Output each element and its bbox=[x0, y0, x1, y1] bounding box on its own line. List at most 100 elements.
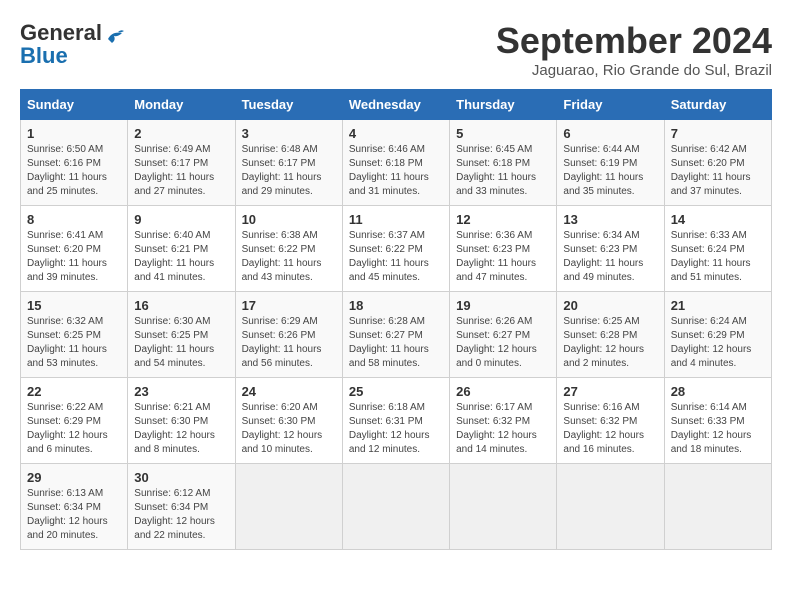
table-cell: 8 Sunrise: 6:41 AM Sunset: 6:20 PM Dayli… bbox=[21, 206, 128, 292]
day-info: Sunrise: 6:16 AM Sunset: 6:32 PM Dayligh… bbox=[563, 401, 657, 457]
col-saturday: Saturday bbox=[664, 90, 771, 120]
day-number: 27 bbox=[563, 384, 657, 399]
day-number: 8 bbox=[27, 212, 121, 227]
table-cell: 19 Sunrise: 6:26 AM Sunset: 6:27 PM Dayl… bbox=[450, 292, 557, 378]
day-info: Sunrise: 6:12 AM Sunset: 6:34 PM Dayligh… bbox=[134, 487, 228, 543]
day-number: 15 bbox=[27, 298, 121, 313]
table-cell: 28 Sunrise: 6:14 AM Sunset: 6:33 PM Dayl… bbox=[664, 378, 771, 464]
day-number: 17 bbox=[242, 298, 336, 313]
table-cell: 24 Sunrise: 6:20 AM Sunset: 6:30 PM Dayl… bbox=[235, 378, 342, 464]
logo-blue-text: Blue bbox=[20, 43, 68, 69]
table-cell: 5 Sunrise: 6:45 AM Sunset: 6:18 PM Dayli… bbox=[450, 120, 557, 206]
day-number: 24 bbox=[242, 384, 336, 399]
day-info: Sunrise: 6:42 AM Sunset: 6:20 PM Dayligh… bbox=[671, 143, 765, 199]
table-cell: 20 Sunrise: 6:25 AM Sunset: 6:28 PM Dayl… bbox=[557, 292, 664, 378]
calendar-row: 1 Sunrise: 6:50 AM Sunset: 6:16 PM Dayli… bbox=[21, 120, 772, 206]
table-cell: 11 Sunrise: 6:37 AM Sunset: 6:22 PM Dayl… bbox=[342, 206, 449, 292]
header-row: Sunday Monday Tuesday Wednesday Thursday… bbox=[21, 90, 772, 120]
col-tuesday: Tuesday bbox=[235, 90, 342, 120]
table-cell: 21 Sunrise: 6:24 AM Sunset: 6:29 PM Dayl… bbox=[664, 292, 771, 378]
month-title: September 2024 bbox=[496, 20, 772, 62]
table-cell: 18 Sunrise: 6:28 AM Sunset: 6:27 PM Dayl… bbox=[342, 292, 449, 378]
col-wednesday: Wednesday bbox=[342, 90, 449, 120]
day-info: Sunrise: 6:25 AM Sunset: 6:28 PM Dayligh… bbox=[563, 315, 657, 371]
day-info: Sunrise: 6:13 AM Sunset: 6:34 PM Dayligh… bbox=[27, 487, 121, 543]
table-cell: 17 Sunrise: 6:29 AM Sunset: 6:26 PM Dayl… bbox=[235, 292, 342, 378]
day-number: 19 bbox=[456, 298, 550, 313]
table-cell: 9 Sunrise: 6:40 AM Sunset: 6:21 PM Dayli… bbox=[128, 206, 235, 292]
col-thursday: Thursday bbox=[450, 90, 557, 120]
day-info: Sunrise: 6:36 AM Sunset: 6:23 PM Dayligh… bbox=[456, 229, 550, 285]
table-cell: 16 Sunrise: 6:30 AM Sunset: 6:25 PM Dayl… bbox=[128, 292, 235, 378]
table-cell: 3 Sunrise: 6:48 AM Sunset: 6:17 PM Dayli… bbox=[235, 120, 342, 206]
table-cell: 1 Sunrise: 6:50 AM Sunset: 6:16 PM Dayli… bbox=[21, 120, 128, 206]
day-number: 29 bbox=[27, 470, 121, 485]
day-number: 16 bbox=[134, 298, 228, 313]
day-info: Sunrise: 6:24 AM Sunset: 6:29 PM Dayligh… bbox=[671, 315, 765, 371]
calendar-row: 22 Sunrise: 6:22 AM Sunset: 6:29 PM Dayl… bbox=[21, 378, 772, 464]
location: Jaguarao, Rio Grande do Sul, Brazil bbox=[496, 62, 772, 79]
table-cell bbox=[557, 464, 664, 550]
table-cell: 29 Sunrise: 6:13 AM Sunset: 6:34 PM Dayl… bbox=[21, 464, 128, 550]
day-number: 23 bbox=[134, 384, 228, 399]
day-number: 28 bbox=[671, 384, 765, 399]
day-info: Sunrise: 6:34 AM Sunset: 6:23 PM Dayligh… bbox=[563, 229, 657, 285]
table-cell: 7 Sunrise: 6:42 AM Sunset: 6:20 PM Dayli… bbox=[664, 120, 771, 206]
table-cell: 23 Sunrise: 6:21 AM Sunset: 6:30 PM Dayl… bbox=[128, 378, 235, 464]
day-number: 4 bbox=[349, 126, 443, 141]
day-number: 13 bbox=[563, 212, 657, 227]
day-info: Sunrise: 6:22 AM Sunset: 6:29 PM Dayligh… bbox=[27, 401, 121, 457]
day-info: Sunrise: 6:28 AM Sunset: 6:27 PM Dayligh… bbox=[349, 315, 443, 371]
day-number: 6 bbox=[563, 126, 657, 141]
table-cell: 4 Sunrise: 6:46 AM Sunset: 6:18 PM Dayli… bbox=[342, 120, 449, 206]
day-number: 2 bbox=[134, 126, 228, 141]
calendar-row: 29 Sunrise: 6:13 AM Sunset: 6:34 PM Dayl… bbox=[21, 464, 772, 550]
day-info: Sunrise: 6:33 AM Sunset: 6:24 PM Dayligh… bbox=[671, 229, 765, 285]
calendar-row: 8 Sunrise: 6:41 AM Sunset: 6:20 PM Dayli… bbox=[21, 206, 772, 292]
day-number: 7 bbox=[671, 126, 765, 141]
table-cell: 25 Sunrise: 6:18 AM Sunset: 6:31 PM Dayl… bbox=[342, 378, 449, 464]
day-number: 14 bbox=[671, 212, 765, 227]
day-info: Sunrise: 6:26 AM Sunset: 6:27 PM Dayligh… bbox=[456, 315, 550, 371]
table-cell: 30 Sunrise: 6:12 AM Sunset: 6:34 PM Dayl… bbox=[128, 464, 235, 550]
day-info: Sunrise: 6:20 AM Sunset: 6:30 PM Dayligh… bbox=[242, 401, 336, 457]
day-info: Sunrise: 6:17 AM Sunset: 6:32 PM Dayligh… bbox=[456, 401, 550, 457]
table-cell bbox=[450, 464, 557, 550]
title-block: September 2024 Jaguarao, Rio Grande do S… bbox=[496, 20, 772, 79]
col-monday: Monday bbox=[128, 90, 235, 120]
table-cell: 27 Sunrise: 6:16 AM Sunset: 6:32 PM Dayl… bbox=[557, 378, 664, 464]
calendar-row: 15 Sunrise: 6:32 AM Sunset: 6:25 PM Dayl… bbox=[21, 292, 772, 378]
day-number: 3 bbox=[242, 126, 336, 141]
calendar-table: Sunday Monday Tuesday Wednesday Thursday… bbox=[20, 89, 772, 550]
col-sunday: Sunday bbox=[21, 90, 128, 120]
day-number: 11 bbox=[349, 212, 443, 227]
day-info: Sunrise: 6:14 AM Sunset: 6:33 PM Dayligh… bbox=[671, 401, 765, 457]
day-info: Sunrise: 6:50 AM Sunset: 6:16 PM Dayligh… bbox=[27, 143, 121, 199]
table-cell bbox=[235, 464, 342, 550]
day-info: Sunrise: 6:29 AM Sunset: 6:26 PM Dayligh… bbox=[242, 315, 336, 371]
table-cell: 6 Sunrise: 6:44 AM Sunset: 6:19 PM Dayli… bbox=[557, 120, 664, 206]
day-number: 30 bbox=[134, 470, 228, 485]
day-number: 5 bbox=[456, 126, 550, 141]
logo: General Blue bbox=[20, 20, 126, 69]
day-number: 20 bbox=[563, 298, 657, 313]
day-info: Sunrise: 6:49 AM Sunset: 6:17 PM Dayligh… bbox=[134, 143, 228, 199]
col-friday: Friday bbox=[557, 90, 664, 120]
day-number: 18 bbox=[349, 298, 443, 313]
table-cell: 14 Sunrise: 6:33 AM Sunset: 6:24 PM Dayl… bbox=[664, 206, 771, 292]
table-cell: 2 Sunrise: 6:49 AM Sunset: 6:17 PM Dayli… bbox=[128, 120, 235, 206]
day-info: Sunrise: 6:46 AM Sunset: 6:18 PM Dayligh… bbox=[349, 143, 443, 199]
day-info: Sunrise: 6:37 AM Sunset: 6:22 PM Dayligh… bbox=[349, 229, 443, 285]
day-number: 26 bbox=[456, 384, 550, 399]
day-number: 21 bbox=[671, 298, 765, 313]
table-cell: 13 Sunrise: 6:34 AM Sunset: 6:23 PM Dayl… bbox=[557, 206, 664, 292]
day-info: Sunrise: 6:21 AM Sunset: 6:30 PM Dayligh… bbox=[134, 401, 228, 457]
day-number: 12 bbox=[456, 212, 550, 227]
day-info: Sunrise: 6:40 AM Sunset: 6:21 PM Dayligh… bbox=[134, 229, 228, 285]
table-cell: 15 Sunrise: 6:32 AM Sunset: 6:25 PM Dayl… bbox=[21, 292, 128, 378]
day-number: 1 bbox=[27, 126, 121, 141]
day-number: 9 bbox=[134, 212, 228, 227]
day-info: Sunrise: 6:32 AM Sunset: 6:25 PM Dayligh… bbox=[27, 315, 121, 371]
day-info: Sunrise: 6:45 AM Sunset: 6:18 PM Dayligh… bbox=[456, 143, 550, 199]
day-info: Sunrise: 6:18 AM Sunset: 6:31 PM Dayligh… bbox=[349, 401, 443, 457]
